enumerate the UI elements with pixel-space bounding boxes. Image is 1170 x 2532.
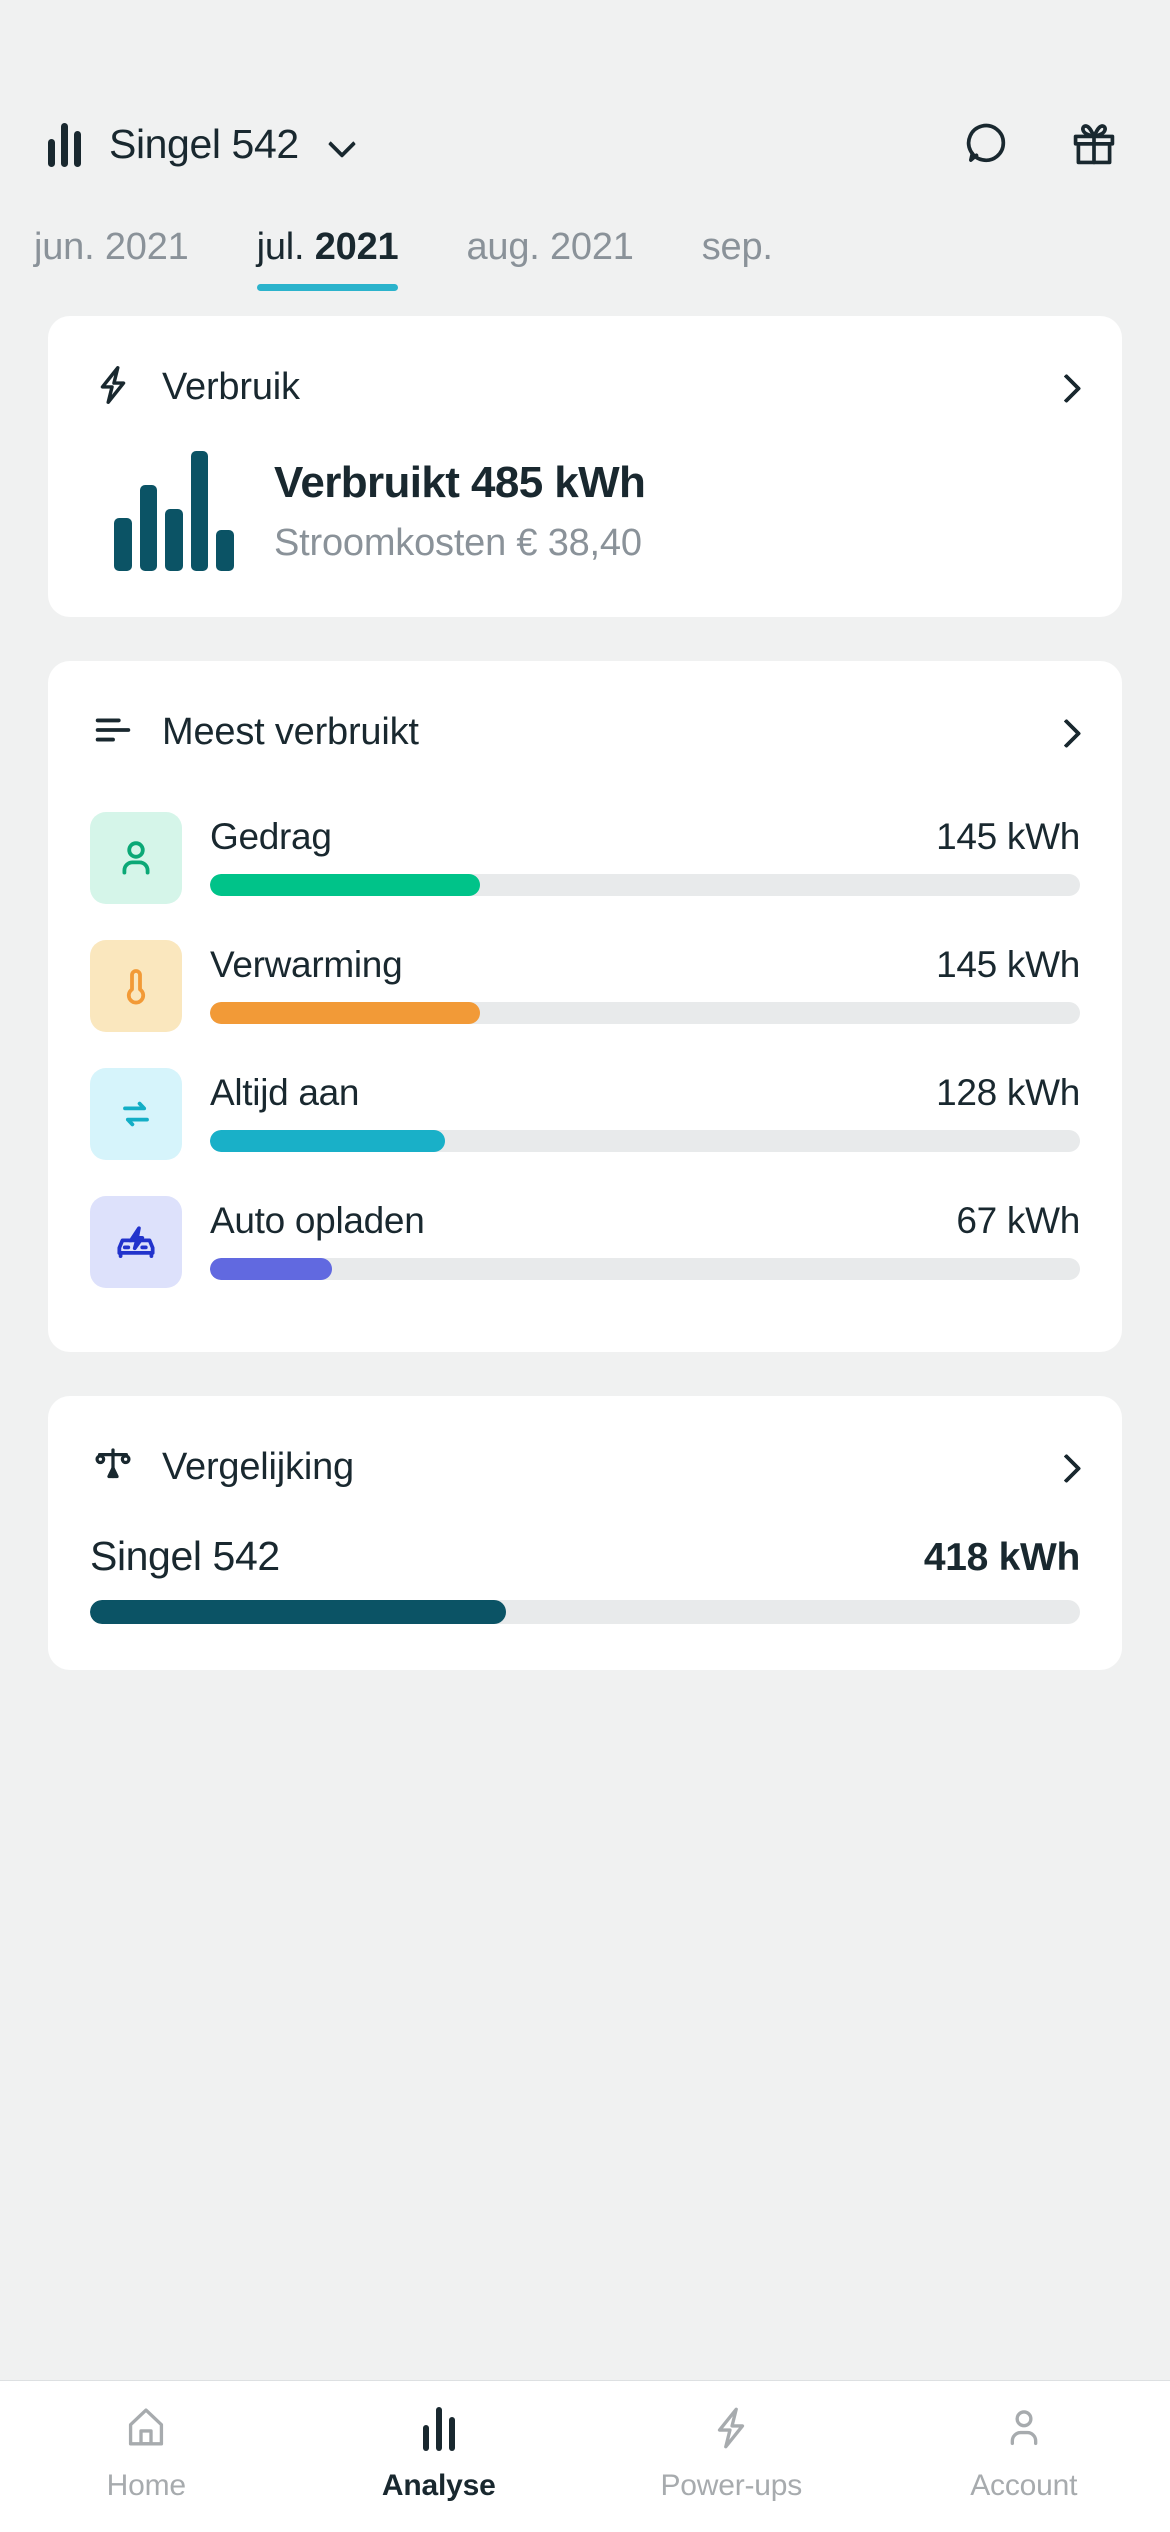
meest-verbruikt-card-header: Meest verbruikt (90, 707, 1080, 758)
tab-month-1[interactable]: jul. 2021 (223, 226, 433, 291)
thermometer-icon (90, 940, 182, 1032)
vergelijking-card-header: Vergelijking (90, 1442, 1080, 1493)
nav-label: Home (106, 2469, 186, 2502)
verbruik-card-body: Verbruikt 485 kWh Stroomkosten € 38,40 (90, 451, 1080, 571)
nav-item-account[interactable]: Account (878, 2401, 1170, 2503)
list-item-body: Altijd aan 128 kWh (210, 1068, 1080, 1152)
progress-bar-track (210, 874, 1080, 896)
sort-lines-icon (90, 707, 136, 758)
list-item-header: Verwarming 145 kWh (210, 944, 1080, 986)
comparison-value: 418 kWh (923, 1536, 1080, 1579)
page-title: Singel 542 (109, 120, 299, 167)
progress-bar-track (210, 1002, 1080, 1024)
gift-icon[interactable] (1066, 116, 1122, 172)
tab-month-year: 2021 (314, 226, 399, 268)
tab-month-3[interactable]: sep. (668, 226, 807, 269)
list-item-label: Verwarming (210, 944, 403, 985)
verbruik-cost: Stroomkosten € 38,40 (274, 521, 642, 564)
list-item-body: Gedrag 145 kWh (210, 812, 1080, 896)
tab-month-0[interactable]: jun. 2021 (0, 226, 223, 269)
list-item-body: Verwarming 145 kWh (210, 940, 1080, 1024)
comparison-row: Singel 542 418 kWh (90, 1533, 1080, 1624)
list-item-label: Gedrag (210, 816, 332, 857)
header-actions (958, 116, 1122, 172)
app-screen: Singel 542 jun. 2021 jul. 2021 aug. 2021… (0, 0, 1170, 2532)
progress-bar-track (90, 1600, 1080, 1624)
consumption-sparkline-icon (114, 451, 234, 571)
verbruik-card[interactable]: Verbruik Verbruikt 485 kWh Stroomkosten … (48, 316, 1122, 617)
home-icon (121, 2401, 171, 2455)
list-item[interactable]: Verwarming 145 kWh (90, 922, 1080, 1050)
list-item-body: Auto opladen 67 kWh (210, 1196, 1080, 1280)
lightning-bolt-icon (706, 2401, 756, 2455)
list-item-header: Altijd aan 128 kWh (210, 1072, 1080, 1114)
list-item-header: Gedrag 145 kWh (210, 816, 1080, 858)
progress-bar-track (210, 1258, 1080, 1280)
month-tabs[interactable]: jun. 2021 jul. 2021 aug. 2021 sep. (0, 200, 1170, 316)
person-icon (999, 2401, 1049, 2455)
header-location-selector[interactable]: Singel 542 (48, 121, 958, 168)
verbruik-text-block: Verbruikt 485 kWh Stroomkosten € 38,40 (274, 458, 1080, 565)
tab-month-label: jun. (34, 226, 95, 268)
vergelijking-card-title: Vergelijking (162, 1446, 354, 1488)
person-icon (90, 812, 182, 904)
chevron-right-icon[interactable] (1054, 371, 1080, 405)
progress-bar-fill (210, 1002, 480, 1024)
verbruik-total: Verbruikt 485 kWh (274, 457, 646, 507)
nav-label: Analyse (381, 2469, 496, 2502)
tab-month-label: jul. (256, 226, 305, 268)
nav-item-power-ups[interactable]: Power-ups (585, 2401, 878, 2503)
nav-item-home[interactable]: Home (0, 2401, 293, 2503)
progress-bar-fill (90, 1600, 506, 1624)
scales-icon (90, 1442, 136, 1493)
list-item-header: Auto opladen 67 kWh (210, 1200, 1080, 1242)
status-bar-spacer (0, 0, 1170, 88)
list-item[interactable]: Gedrag 145 kWh (90, 794, 1080, 922)
list-item-value: 67 kWh (956, 1200, 1080, 1241)
lightning-bolt-icon (90, 362, 136, 413)
chevron-right-icon[interactable] (1054, 716, 1080, 750)
progress-bar-track (210, 1130, 1080, 1152)
progress-bar-fill (210, 1130, 445, 1152)
bar-chart-icon (48, 121, 81, 167)
ev-car-icon (90, 1196, 182, 1288)
chevron-right-icon[interactable] (1054, 1451, 1080, 1485)
verbruik-card-header: Verbruik (90, 362, 1080, 413)
repeat-icon (90, 1068, 182, 1160)
app-header: Singel 542 (0, 88, 1170, 200)
meest-verbruikt-card-title: Meest verbruikt (162, 711, 419, 753)
usage-breakdown-list: Gedrag 145 kWh Verwarming 145 kWh Altijd… (90, 794, 1080, 1306)
list-item[interactable]: Altijd aan 128 kWh (90, 1050, 1080, 1178)
list-item-value: 145 kWh (936, 816, 1080, 857)
nav-item-analyse[interactable]: Analyse (293, 2401, 586, 2503)
tab-underline (256, 284, 399, 291)
tab-month-year: 2021 (550, 226, 634, 268)
chat-bubble-icon[interactable] (958, 116, 1014, 172)
comparison-row-header: Singel 542 418 kWh (90, 1533, 1080, 1580)
verbruik-card-title: Verbruik (162, 366, 300, 408)
chevron-down-icon[interactable] (329, 131, 355, 157)
tab-month-label: sep. (701, 226, 773, 268)
bottom-navigation: Home Analyse Power-ups Account (0, 2380, 1170, 2532)
progress-bar-fill (210, 874, 480, 896)
meest-verbruikt-card[interactable]: Meest verbruikt Gedrag 145 kWh Verwarmin… (48, 661, 1122, 1352)
tab-month-year: 2021 (104, 226, 189, 268)
nav-label: Power-ups (660, 2469, 803, 2502)
tab-month-label: aug. (466, 226, 540, 268)
list-item-label: Altijd aan (210, 1072, 360, 1113)
list-item-value: 128 kWh (936, 1072, 1080, 1113)
vergelijking-card[interactable]: Vergelijking Singel 542 418 kWh (48, 1396, 1122, 1670)
comparison-label: Singel 542 (90, 1533, 280, 1579)
list-item-value: 145 kWh (936, 944, 1080, 985)
list-item-label: Auto opladen (210, 1200, 425, 1241)
bar-chart-icon (422, 2401, 455, 2455)
tab-month-2[interactable]: aug. 2021 (432, 226, 667, 269)
nav-label: Account (970, 2469, 1078, 2502)
progress-bar-fill (210, 1258, 332, 1280)
list-item[interactable]: Auto opladen 67 kWh (90, 1178, 1080, 1306)
